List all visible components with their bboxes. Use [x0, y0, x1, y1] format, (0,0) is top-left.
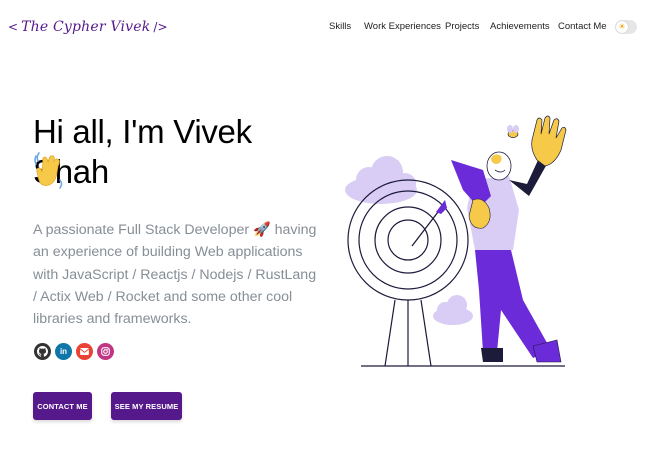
- site-header: < The Cypher Vivek /> Skills Work Experi…: [0, 0, 650, 55]
- hero-subtitle: A passionate Full Stack Developer 🚀 havi…: [33, 222, 317, 328]
- contact-me-button[interactable]: CONTACT ME: [33, 392, 92, 420]
- theme-toggle[interactable]: ☀: [615, 20, 637, 34]
- nav-contact-me[interactable]: Contact Me: [558, 21, 607, 32]
- sun-icon: ☀: [616, 21, 628, 33]
- nav-achievements[interactable]: Achievements: [490, 21, 550, 32]
- nav-skills[interactable]: Skills: [329, 21, 351, 32]
- dart: [411, 200, 447, 247]
- instagram-icon[interactable]: [97, 343, 114, 360]
- see-my-resume-button[interactable]: SEE MY RESUME: [111, 392, 182, 420]
- linkedin-icon[interactable]: in: [55, 343, 72, 360]
- waving-hand-icon: [34, 152, 63, 189]
- greeting-title: Hi all, I'm Vivek Shah: [33, 113, 252, 190]
- bee: [507, 125, 519, 138]
- nav-projects[interactable]: Projects: [445, 21, 479, 32]
- nav-work-experiences[interactable]: Work Experiences: [364, 21, 441, 32]
- target: [347, 179, 469, 367]
- developer-illustration: [345, 115, 567, 367]
- main-nav: Skills Work Experiences Projects Achieve…: [0, 21, 650, 35]
- github-icon[interactable]: [34, 343, 51, 360]
- social-links: in: [34, 343, 114, 360]
- cloud-right: [433, 295, 473, 325]
- greeting-block: Hi all, I'm Vivek Shah: [33, 112, 333, 192]
- email-icon[interactable]: [76, 343, 93, 360]
